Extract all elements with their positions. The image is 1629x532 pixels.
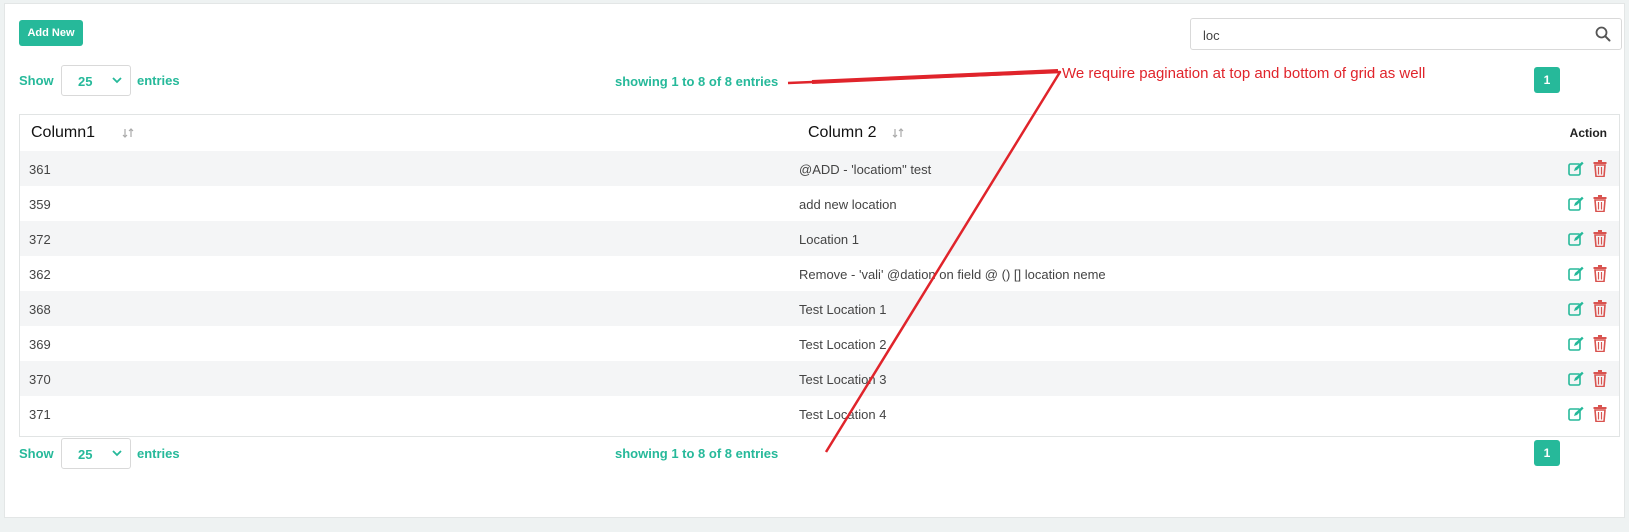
page-length-select-top[interactable]: 25 (61, 65, 131, 96)
cell-column2: add new location (799, 197, 897, 212)
column1-header[interactable]: Column1 (31, 124, 95, 142)
cell-column2: Test Location 4 (799, 407, 887, 422)
delete-icon[interactable] (1593, 405, 1607, 422)
cell-column2: Test Location 1 (799, 302, 887, 317)
edit-icon[interactable] (1568, 266, 1584, 282)
search-icon[interactable] (1595, 26, 1611, 42)
chevron-down-icon (112, 450, 122, 457)
cell-column2: Test Location 2 (799, 337, 887, 352)
edit-icon[interactable] (1568, 371, 1584, 387)
cell-column2: Location 1 (799, 232, 859, 247)
edit-icon[interactable] (1568, 161, 1584, 177)
table-row: 359 add new location (20, 186, 1619, 222)
add-new-button[interactable]: Add New (19, 20, 83, 46)
table-row: 371 Test Location 4 (20, 396, 1619, 432)
cell-column1: 372 (29, 232, 51, 247)
action-header: Action (1569, 126, 1607, 140)
delete-icon[interactable] (1593, 370, 1607, 387)
grid-header: Column1 Column 2 Action (20, 115, 1619, 152)
sort-icon[interactable] (892, 127, 904, 139)
delete-icon[interactable] (1593, 195, 1607, 212)
entries-label-bottom: entries (137, 446, 180, 461)
show-label-top: Show (19, 73, 54, 88)
cell-column1: 370 (29, 372, 51, 387)
cell-column1: 359 (29, 197, 51, 212)
entries-info-bottom: showing 1 to 8 of 8 entries (615, 446, 779, 461)
cell-column2: @ADD - 'locatiom" test (799, 162, 932, 177)
table-row: 369 Test Location 2 (20, 326, 1619, 362)
edit-icon[interactable] (1568, 196, 1584, 212)
cell-column2: Test Location 3 (799, 372, 887, 387)
table-row: 372 Location 1 (20, 221, 1619, 257)
table-row: 370 Test Location 3 (20, 361, 1619, 397)
edit-icon[interactable] (1568, 231, 1584, 247)
column2-header[interactable]: Column 2 (808, 124, 876, 142)
cell-column1: 369 (29, 337, 51, 352)
pagination-page-bottom[interactable]: 1 (1534, 440, 1560, 466)
cell-column1: 371 (29, 407, 51, 422)
delete-icon[interactable] (1593, 230, 1607, 247)
annotation-note: We require pagination at top and bottom … (1062, 65, 1426, 82)
sort-icon[interactable] (122, 127, 134, 139)
table-row: 361 @ADD - 'locatiom" test (20, 151, 1619, 187)
search-input[interactable] (1201, 25, 1585, 45)
edit-icon[interactable] (1568, 336, 1584, 352)
edit-icon[interactable] (1568, 301, 1584, 317)
page-length-select-bottom[interactable]: 25 (61, 438, 131, 469)
cell-column1: 368 (29, 302, 51, 317)
pagination-page-top[interactable]: 1 (1534, 67, 1560, 93)
cell-column2: Remove - 'vali' @dation on field @ () []… (799, 267, 1106, 282)
delete-icon[interactable] (1593, 160, 1607, 177)
delete-icon[interactable] (1593, 265, 1607, 282)
cell-column1: 361 (29, 162, 51, 177)
cell-column1: 362 (29, 267, 51, 282)
table-row: 362 Remove - 'vali' @dation on field @ (… (20, 256, 1619, 292)
delete-icon[interactable] (1593, 300, 1607, 317)
chevron-down-icon (112, 77, 122, 84)
search-box[interactable] (1190, 18, 1622, 50)
page-length-value-bottom: 25 (78, 447, 93, 462)
entries-label-top: entries (137, 73, 180, 88)
edit-icon[interactable] (1568, 406, 1584, 422)
table-row: 368 Test Location 1 (20, 291, 1619, 327)
entries-info-top: showing 1 to 8 of 8 entries (615, 74, 779, 89)
delete-icon[interactable] (1593, 335, 1607, 352)
show-label-bottom: Show (19, 446, 54, 461)
data-grid: Column1 Column 2 Action 361 @ADD - 'loca… (19, 114, 1620, 437)
page-length-value-top: 25 (78, 74, 93, 89)
